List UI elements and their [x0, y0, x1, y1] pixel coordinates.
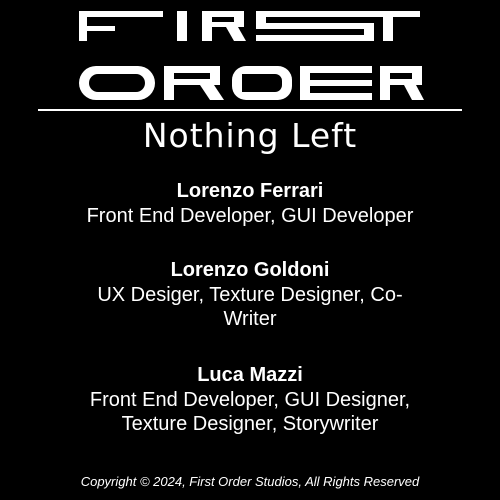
- credit-entry: Luca Mazzi Front End Developer, GUI Desi…: [0, 362, 500, 436]
- credit-role: UX Desiger, Texture Designer, Co-Writer: [97, 284, 403, 330]
- game-title: Nothing Left: [142, 116, 358, 155]
- credit-name: Luca Mazzi: [197, 364, 303, 386]
- title-divider: [38, 109, 462, 111]
- credit-name: Lorenzo Ferrari: [176, 180, 324, 202]
- credit-name: Lorenzo Goldoni: [170, 259, 330, 281]
- copyright-notice: Copyright © 2024, First Order Studios, A…: [80, 474, 420, 489]
- credit-entry: Lorenzo Goldoni UX Desiger, Texture Desi…: [0, 257, 500, 331]
- studio-logo: [79, 11, 424, 100]
- credit-role: Front End Developer, GUI Developer: [86, 205, 414, 227]
- credit-role: Front End Developer, GUI Designer, Textu…: [89, 389, 411, 435]
- credit-entry: Lorenzo Ferrari Front End Developer, GUI…: [0, 178, 500, 228]
